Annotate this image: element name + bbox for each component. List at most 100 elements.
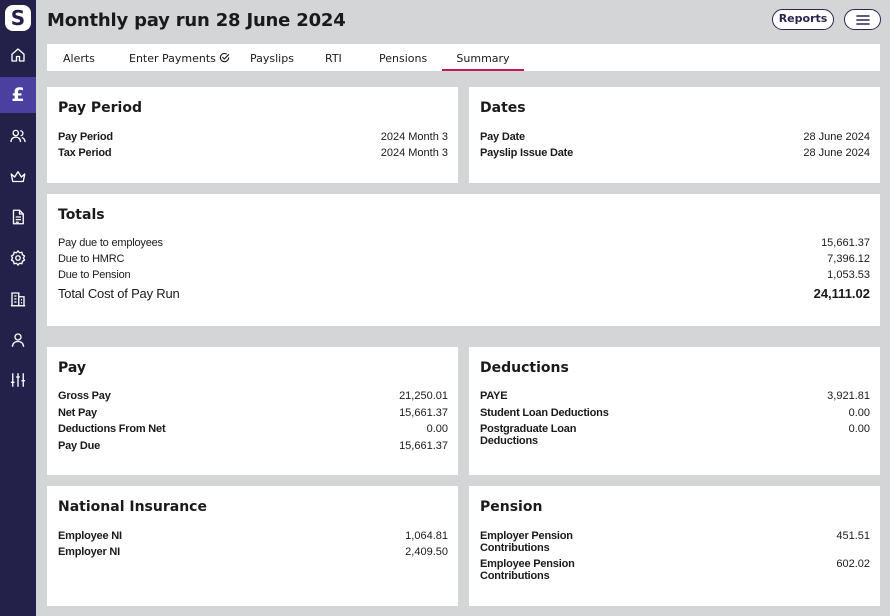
menu-button[interactable] — [844, 9, 881, 30]
sidebar-item-premium[interactable] — [0, 159, 36, 195]
deductions-title: Deductions — [480, 360, 569, 376]
pay-card: Pay Gross Pay 21,250.01 Net Pay 15,661.3… — [47, 347, 458, 475]
row-label: PAYE — [480, 390, 508, 402]
row-label: Employer NI — [58, 546, 120, 558]
pay-title: Pay — [58, 360, 87, 376]
row-label: Pay Due — [58, 440, 101, 452]
tab-bar: Alerts Enter Payments Payslips RTI Pensi… — [47, 44, 880, 71]
row-value: 0.00 — [426, 423, 448, 435]
employer-pension-row: Employer Pension Contributions 451.51 — [480, 530, 870, 554]
pension-title: Pension — [480, 499, 543, 515]
paye-row: PAYE 3,921.81 — [480, 390, 870, 402]
row-label: Deductions From Net — [58, 423, 166, 435]
home-icon — [11, 48, 25, 62]
row-value: 2,409.50 — [405, 546, 448, 558]
row-label: Postgraduate Loan Deductions — [480, 423, 577, 447]
person-icon — [11, 333, 25, 347]
pension-card: Pension Employer Pension Contributions 4… — [469, 486, 880, 606]
sidebar-item-account[interactable] — [0, 322, 36, 358]
document-icon — [12, 209, 24, 225]
row-label: Pay Date — [480, 131, 525, 143]
row-value: 2024 Month 3 — [380, 131, 448, 143]
row-value: 28 June 2024 — [803, 147, 870, 159]
pay-date-row: Pay Date 28 June 2024 — [480, 131, 870, 143]
sidebar-item-home[interactable] — [0, 37, 36, 73]
sidebar-item-settings[interactable] — [0, 240, 36, 276]
row-value: 7,396.12 — [827, 253, 870, 265]
sidebar-item-reports[interactable] — [0, 199, 36, 235]
payslip-issue-date-row: Payslip Issue Date 28 June 2024 — [480, 147, 870, 159]
crown-icon — [10, 171, 26, 183]
row-value: 2024 Month 3 — [380, 147, 448, 159]
tab-enter-payments[interactable]: Enter Payments — [129, 44, 230, 71]
row-value: 602.02 — [836, 558, 870, 570]
total-cost-row: Total Cost of Pay Run 24,111.02 — [58, 287, 870, 301]
pay-period-row: Pay Period 2024 Month 3 — [58, 131, 448, 143]
tab-rti[interactable]: RTI — [325, 44, 342, 71]
pay-due-row: Pay Due 15,661.37 — [58, 440, 448, 452]
net-pay-row: Net Pay 15,661.37 — [58, 407, 448, 419]
postgraduate-loan-row: Postgraduate Loan Deductions 0.00 — [480, 423, 870, 447]
employer-ni-row: Employer NI 2,409.50 — [58, 546, 448, 558]
tab-summary[interactable]: Summary — [442, 44, 524, 71]
deductions-card: Deductions PAYE 3,921.81 Student Loan De… — [469, 347, 880, 475]
row-label: Payslip Issue Date — [480, 147, 574, 159]
row-value: 28 June 2024 — [803, 131, 870, 143]
row-label: Student Loan Deductions — [480, 407, 609, 419]
row-label: Employee Pension Contributions — [480, 558, 575, 582]
row-value: 3,921.81 — [827, 390, 870, 402]
row-value: 1,053.53 — [827, 269, 870, 281]
users-icon — [10, 129, 26, 143]
row-value: 451.51 — [836, 530, 870, 542]
row-label: Gross Pay — [58, 390, 111, 402]
dates-title: Dates — [480, 100, 526, 116]
tax-period-row: Tax Period 2024 Month 3 — [58, 147, 448, 159]
page-title: Monthly pay run 28 June 2024 — [47, 10, 346, 31]
sidebar: S £ — [0, 0, 36, 616]
tab-payslips[interactable]: Payslips — [250, 44, 294, 71]
national-insurance-title: National Insurance — [58, 499, 207, 515]
row-value: 1,064.81 — [405, 530, 448, 542]
dates-card: Dates Pay Date 28 June 2024 Payslip Issu… — [469, 87, 880, 183]
row-label: Employee NI — [58, 530, 122, 542]
student-loan-row: Student Loan Deductions 0.00 — [480, 407, 870, 419]
row-label: Due to HMRC — [58, 253, 125, 265]
national-insurance-card: National Insurance Employee NI 1,064.81 … — [47, 486, 458, 606]
row-label: Net Pay — [58, 407, 97, 419]
deductions-from-net-row: Deductions From Net 0.00 — [58, 423, 448, 435]
row-label: Pay due to employees — [58, 237, 163, 249]
row-value: 21,250.01 — [399, 390, 448, 402]
reports-button[interactable]: Reports — [772, 9, 834, 30]
sidebar-item-employees[interactable] — [0, 118, 36, 154]
totals-title: Totals — [58, 207, 105, 223]
gear-icon — [10, 250, 26, 266]
due-to-hmrc-row: Due to HMRC 7,396.12 — [58, 253, 870, 265]
pay-period-card: Pay Period Pay Period 2024 Month 3 Tax P… — [47, 87, 458, 183]
sidebar-item-pay[interactable]: £ — [0, 77, 36, 113]
row-label: Total Cost of Pay Run — [58, 286, 180, 301]
hamburger-menu-icon — [855, 14, 870, 25]
check-circle-icon — [219, 52, 230, 63]
pound-icon: £ — [11, 84, 25, 106]
row-value: 15,661.37 — [821, 237, 870, 249]
gross-pay-row: Gross Pay 21,250.01 — [58, 390, 448, 402]
app-logo[interactable]: S — [5, 5, 31, 31]
pay-period-title: Pay Period — [58, 100, 142, 116]
row-value: 15,661.37 — [399, 440, 448, 452]
tab-pensions[interactable]: Pensions — [379, 44, 427, 71]
row-value: 0.00 — [848, 423, 870, 435]
totals-card: Totals Pay due to employees 15,661.37 Du… — [47, 194, 880, 326]
employee-pension-row: Employee Pension Contributions 602.02 — [480, 558, 870, 582]
tab-enter-payments-label: Enter Payments — [129, 52, 216, 65]
tab-alerts[interactable]: Alerts — [63, 44, 95, 71]
row-value: 15,661.37 — [399, 407, 448, 419]
sliders-icon — [10, 373, 26, 387]
row-value: 0.00 — [848, 407, 870, 419]
sidebar-item-company[interactable] — [0, 281, 36, 317]
due-to-pension-row: Due to Pension 1,053.53 — [58, 269, 870, 281]
row-value: 24,111.02 — [813, 286, 870, 301]
employee-ni-row: Employee NI 1,064.81 — [58, 530, 448, 542]
row-label: Tax Period — [58, 147, 112, 159]
row-label: Pay Period — [58, 131, 113, 143]
sidebar-item-tools[interactable] — [0, 362, 36, 398]
